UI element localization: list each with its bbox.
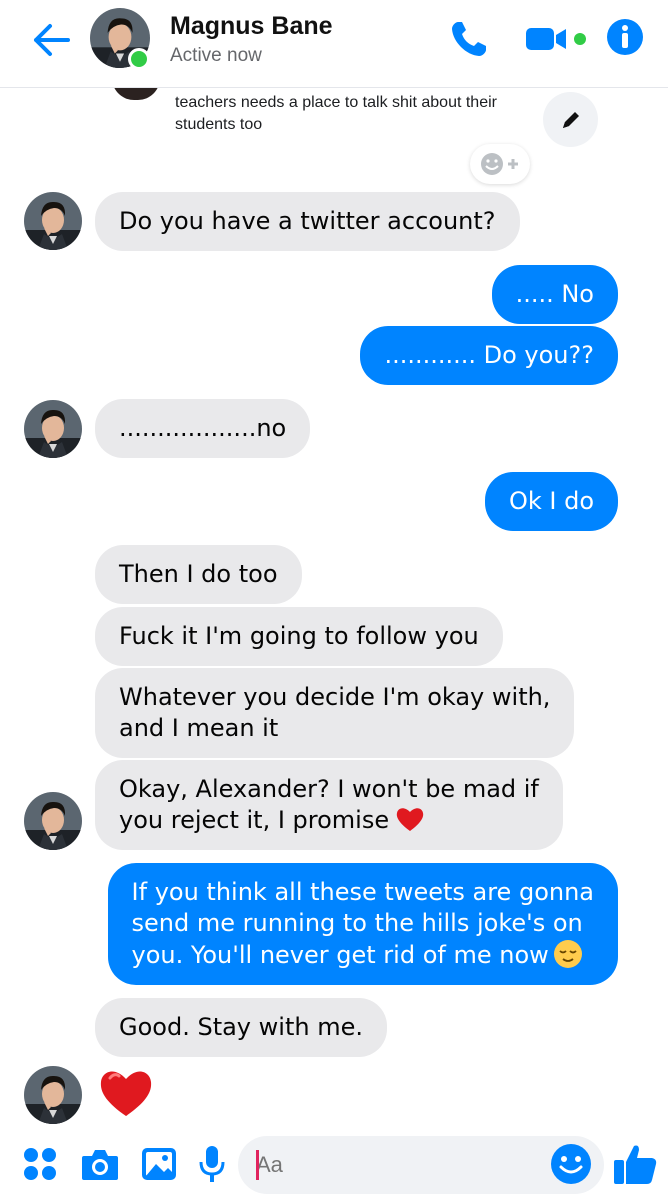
chat-header: Magnus Bane Active now [0,0,668,88]
active-status: Active now [170,45,262,66]
message-line: Whatever you decide I'm okay with, [119,683,551,711]
message-line: send me running to the hills joke's on [131,909,583,937]
add-reaction-icon[interactable] [470,144,530,184]
message-outgoing[interactable]: If you think all these tweets are gonna … [107,863,618,985]
message-incoming[interactable]: Okay, Alexander? I won't be mad if you r… [95,760,563,850]
emoji-icon[interactable] [550,1143,592,1185]
sender-avatar[interactable] [24,192,82,250]
message-incoming[interactable]: Whatever you decide I'm okay with, and I… [95,668,575,758]
image-icon[interactable] [140,1146,178,1182]
red-heart-icon [396,808,424,831]
message-line: you. You'll never get rid of me now [131,941,549,969]
message-line: you reject it, I promise [119,806,390,834]
text-caret [256,1150,259,1180]
sender-avatar[interactable] [24,400,82,458]
message-text: Good. Stay with me. [119,1013,363,1041]
video-camera-icon[interactable] [524,22,588,56]
edit-pencil-icon [562,111,579,128]
online-status-dot [128,48,150,70]
message-text: ............ Do you?? [384,341,594,369]
phone-icon[interactable] [448,18,490,60]
message-incoming[interactable]: Good. Stay with me. [95,998,387,1057]
preview-message: teachers needs a place to talk shit abou… [175,94,497,133]
message-incoming[interactable]: ..................no [95,399,311,458]
message-outgoing[interactable]: ..... No [491,265,618,324]
message-text: Ok I do [508,487,594,515]
message-line: and I mean it [119,714,279,742]
message-line: If you think all these tweets are gonna [131,878,594,906]
camera-icon[interactable] [80,1146,120,1182]
message-incoming[interactable]: Then I do too [95,545,302,604]
message-input[interactable] [256,1148,546,1182]
thumbs-up-icon[interactable] [612,1140,658,1186]
message-text: ..................no [119,414,287,442]
contact-name[interactable]: Magnus Bane [170,12,333,41]
sender-avatar[interactable] [24,792,82,850]
message-text: Do you have a twitter account? [119,207,496,235]
message-text: Fuck it I'm going to follow you [119,622,479,650]
message-text: Then I do too [119,560,278,588]
sender-avatar[interactable] [24,1066,82,1124]
message-outgoing[interactable]: ............ Do you?? [360,326,618,385]
message-outgoing[interactable]: Ok I do [484,472,618,531]
message-text: ..... No [515,280,594,308]
message-incoming[interactable]: Fuck it I'm going to follow you [95,607,503,666]
back-arrow-icon[interactable] [30,20,72,60]
relieved-face-icon [553,940,582,968]
edit-button[interactable] [543,92,598,147]
red-heart-icon[interactable] [98,1066,154,1118]
message-incoming[interactable]: Do you have a twitter account? [95,192,520,251]
info-icon[interactable] [606,18,644,56]
menu-grid-icon[interactable] [22,1146,58,1182]
microphone-icon[interactable] [198,1144,226,1184]
message-line: Okay, Alexander? I won't be mad if [119,775,539,803]
